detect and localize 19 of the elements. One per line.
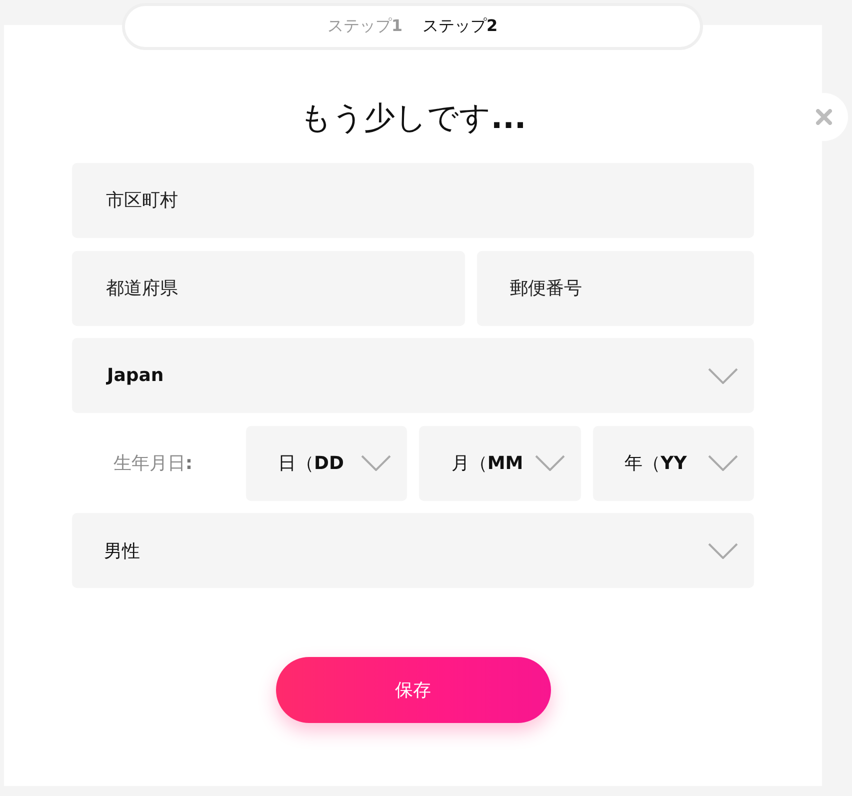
- close-icon: [816, 109, 832, 125]
- date-select[interactable]: 年（YY: [592, 426, 754, 500]
- date-select[interactable]: 月（MM: [419, 426, 581, 500]
- postal-code-input[interactable]: 郵便番号: [477, 250, 754, 326]
- form-title: もう少しです...: [300, 99, 526, 137]
- prefecture-input[interactable]: 都道府県: [72, 250, 465, 326]
- country-select[interactable]: Japan: [72, 338, 754, 413]
- chevron-down-icon: [708, 455, 738, 471]
- save-button[interactable]: 保存: [276, 657, 550, 723]
- chevron-down-icon: [708, 368, 738, 384]
- chevron-down-icon: [361, 455, 392, 471]
- city-input[interactable]: 市区町村: [72, 163, 754, 238]
- step-label: ステップ2: [422, 16, 498, 37]
- chevron-down-icon: [534, 455, 565, 471]
- date-select[interactable]: 日（DD: [246, 426, 408, 500]
- step-label: ステップ1: [327, 16, 402, 37]
- birth-date-label: 生年月日:: [113, 452, 193, 475]
- chevron-down-icon: [708, 542, 738, 558]
- gender-select[interactable]: 男性: [72, 513, 754, 588]
